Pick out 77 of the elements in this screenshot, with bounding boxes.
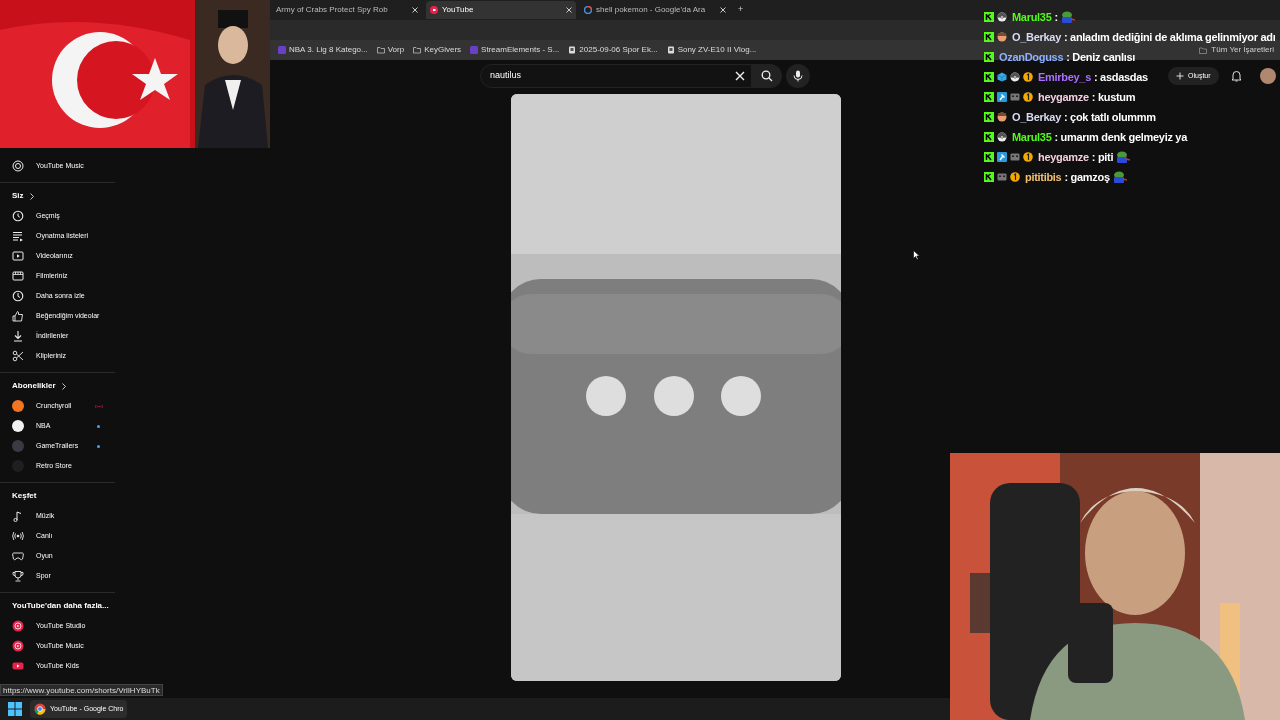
bookmark[interactable]: Sony ZV-E10 II Vlog... <box>666 44 757 56</box>
browser-tab[interactable]: shell pokemon - Google'da Ara <box>580 1 730 19</box>
chat-username: OzanDoguss <box>999 49 1064 65</box>
ring-icon <box>584 6 592 14</box>
bookmark[interactable]: KeyGivers <box>413 44 462 56</box>
trophy-icon <box>12 570 24 582</box>
chat-message: : piti <box>1091 149 1114 165</box>
play-circle-icon <box>430 6 438 14</box>
clock-icon <box>12 290 24 302</box>
bookmark[interactable]: NBA 3. Lig 8 Katego... <box>278 44 368 56</box>
chat-username: Marul35 <box>1012 9 1052 25</box>
play-circle-icon <box>12 620 24 632</box>
browser-tab[interactable]: Army of Crabs Protect Spy Rob <box>272 1 422 19</box>
search-icon <box>761 70 773 82</box>
cursor-icon <box>913 250 920 260</box>
plus-icon <box>1176 72 1184 80</box>
bookmark[interactable]: 2025-09-06 Spor Ek... <box>568 44 658 56</box>
all-bookmarks-link[interactable]: Tüm Yer İşaretleri <box>1199 44 1274 56</box>
section-heading: YouTube'dan daha fazla... <box>12 600 109 612</box>
avatar[interactable] <box>1259 68 1276 84</box>
close-icon[interactable] <box>412 7 418 13</box>
page-icon <box>568 46 577 54</box>
windows-start-icon[interactable] <box>8 702 22 716</box>
app-icon <box>278 46 286 54</box>
bookmark[interactable]: StreamElements - S... <box>470 44 560 56</box>
chat-username: O_Berkay <box>1012 29 1061 45</box>
play-icon <box>12 660 24 672</box>
gamepad-icon <box>12 550 24 562</box>
chat-message: : asdasdas <box>1093 69 1148 85</box>
history-icon <box>12 210 24 222</box>
chat-message: : umarım denk gelmeyiz ya <box>1054 129 1187 145</box>
chat-username: heygamze <box>1038 89 1089 105</box>
music-note-icon <box>12 510 24 522</box>
chat-message: : çok tatlı olummm <box>1064 109 1156 125</box>
film-icon <box>12 270 24 282</box>
chrome-icon <box>34 703 46 715</box>
thumbs-up-icon <box>12 310 24 322</box>
chat-message: : anladım dediğini de aklıma gelinmiyor adı <box>1064 29 1276 45</box>
bookmark[interactable]: Vorp <box>376 44 405 56</box>
section-link[interactable]: Abonelikler <box>12 376 66 396</box>
chat-username: Emirbey_s <box>1038 69 1091 85</box>
target-icon <box>12 160 24 172</box>
close-icon[interactable] <box>720 7 726 13</box>
status-url: https://www.youtube.com/shorts/VrIlHYBuTk <box>0 684 163 696</box>
download-icon <box>12 330 24 342</box>
video-icon <box>12 250 24 262</box>
close-icon[interactable] <box>566 7 572 13</box>
microphone-button[interactable] <box>786 64 810 88</box>
folder-icon <box>1199 46 1208 54</box>
chat-username: heygamze <box>1038 149 1089 165</box>
chat-message: : Deniz canlısı <box>1066 49 1136 65</box>
chat-username: pititibis <box>1025 169 1062 185</box>
search-field[interactable]: nautilus <box>480 64 752 88</box>
scissors-icon <box>12 350 24 362</box>
chat-message: : <box>1054 9 1058 25</box>
microphone-icon <box>793 70 803 82</box>
chat-message: : kustum <box>1091 89 1136 105</box>
chevron-icon <box>29 192 34 200</box>
section-heading: Keşfet <box>12 490 37 502</box>
chat-message: : gamzoş <box>1064 169 1110 185</box>
search-button[interactable] <box>752 64 782 88</box>
chevron-icon <box>61 382 66 390</box>
section-link[interactable]: Siz <box>12 186 34 206</box>
playlist-icon <box>12 230 24 242</box>
notifications-icon[interactable] <box>1230 70 1242 82</box>
chat-username: Marul35 <box>1012 129 1052 145</box>
page-icon <box>666 46 675 54</box>
chat-username: O_Berkay <box>1012 109 1061 125</box>
broadcast-icon <box>12 530 24 542</box>
browser-tab[interactable]: YouTube <box>426 1 576 19</box>
folder-icon <box>376 46 385 54</box>
play-circle-icon <box>12 640 24 652</box>
clear-icon[interactable] <box>735 71 745 81</box>
new-tab-button[interactable]: + <box>738 3 744 17</box>
folder-icon <box>413 46 422 54</box>
app-icon <box>470 46 479 54</box>
search-input[interactable]: nautilus <box>490 69 735 83</box>
